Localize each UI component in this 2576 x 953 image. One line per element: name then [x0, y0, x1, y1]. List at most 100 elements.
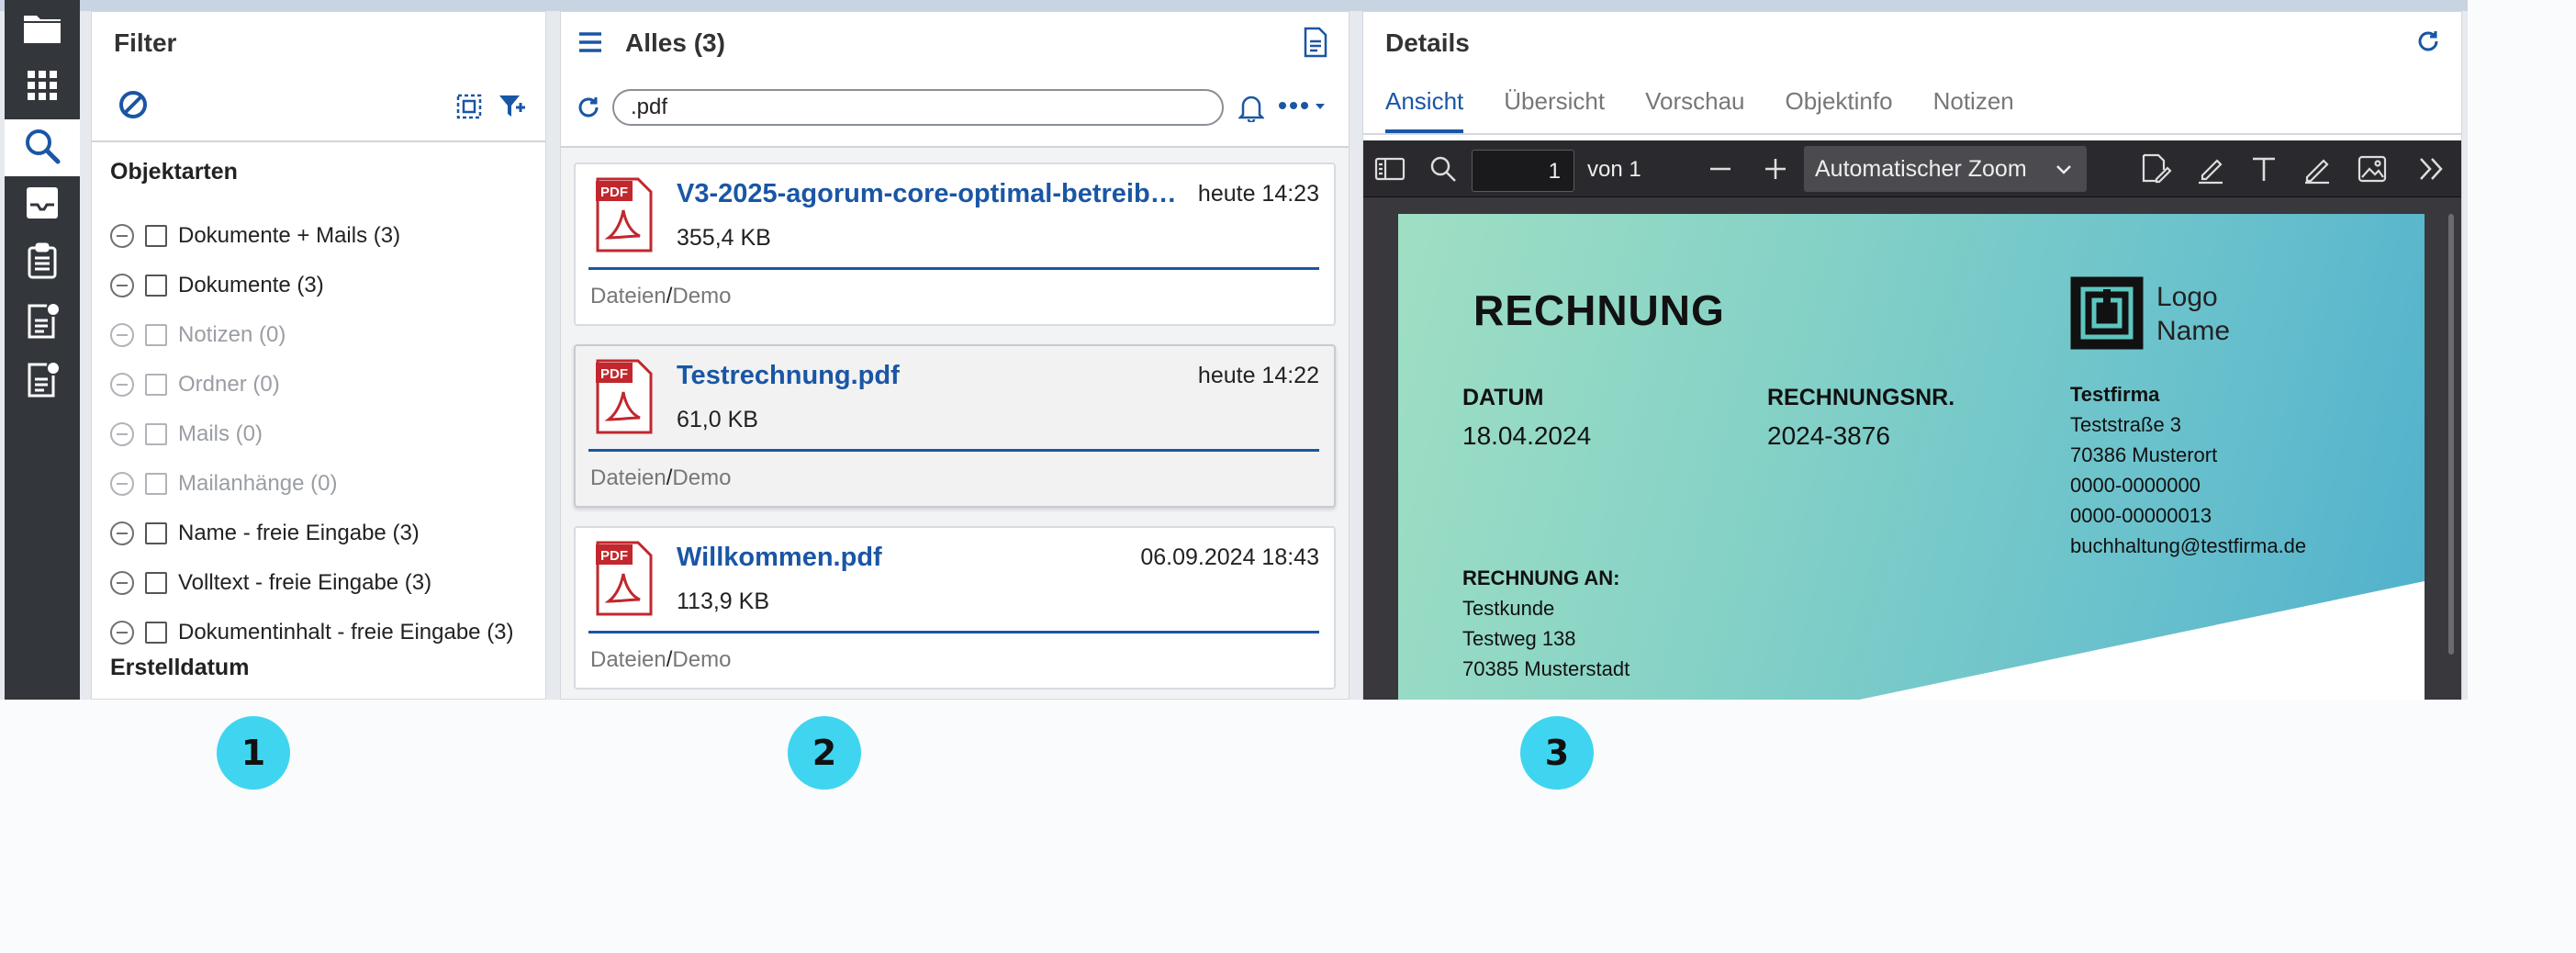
find-icon[interactable]: [1426, 151, 1461, 186]
nav-doc-link-2[interactable]: [5, 353, 80, 409]
reset-filter-icon[interactable]: [118, 89, 149, 120]
filter-checkbox[interactable]: [145, 324, 167, 346]
signature-icon[interactable]: [2138, 151, 2173, 186]
sidebar-toggle-icon[interactable]: [1372, 151, 1407, 186]
more-tools-icon[interactable]: [2414, 151, 2448, 186]
filter-checkbox[interactable]: [145, 572, 167, 594]
path-part[interactable]: Demo: [672, 284, 731, 308]
pdf-file-icon: PDF: [596, 359, 653, 434]
exclude-icon[interactable]: [110, 472, 134, 496]
filter-option[interactable]: Mailanhänge (0): [110, 467, 337, 500]
filter-option[interactable]: Dokumente (3): [110, 269, 324, 302]
filter-checkbox[interactable]: [145, 522, 167, 544]
path-part[interactable]: Demo: [672, 647, 731, 672]
exclude-icon[interactable]: [110, 373, 134, 397]
exclude-icon[interactable]: [110, 323, 134, 347]
filter-option-label: Name - freie Eingabe (3): [178, 521, 420, 545]
search-input[interactable]: [612, 89, 1224, 126]
result-name[interactable]: V3-2025-agorum-core-optimal-betreiben.pd…: [677, 179, 1186, 209]
filter-checkbox[interactable]: [145, 423, 167, 445]
filter-checkbox[interactable]: [145, 275, 167, 297]
filter-toolbar: [92, 71, 545, 142]
inbox-icon: [22, 183, 62, 228]
exclude-icon[interactable]: [110, 571, 134, 595]
logo-line-2: Name: [2156, 316, 2231, 346]
tab-objektinfo[interactable]: Objektinfo: [1786, 87, 1893, 133]
exclude-icon[interactable]: [110, 422, 134, 446]
nav-tasks[interactable]: [5, 235, 80, 292]
more-options-icon[interactable]: [1277, 100, 1328, 115]
menu-icon[interactable]: [577, 30, 603, 54]
filter-checkbox[interactable]: [145, 225, 167, 247]
zoom-in-icon[interactable]: [1758, 151, 1793, 186]
select-area-icon[interactable]: [455, 93, 483, 120]
nav-search[interactable]: [5, 119, 80, 176]
filter-option[interactable]: Name - freie Eingabe (3): [110, 517, 420, 550]
search-icon: [22, 126, 62, 171]
filter-checkbox[interactable]: [145, 473, 167, 495]
result-card[interactable]: PDF Testrechnung.pdf heute 14:22 61,0 KB Dat…: [574, 344, 1336, 508]
filter-option-label: Volltext - freie Eingabe (3): [178, 570, 432, 595]
company-line: 0000-00000013: [2070, 504, 2212, 527]
company-line: 70386 Musterort: [2070, 443, 2218, 466]
filter-funnel-icon[interactable]: [498, 93, 527, 120]
zoom-select[interactable]: Automatischer Zoom: [1804, 146, 2087, 192]
filter-option[interactable]: Dokumente + Mails (3): [110, 219, 400, 252]
bell-icon[interactable]: [1237, 93, 1266, 124]
filter-option[interactable]: Dokumentinhalt - freie Eingabe (3): [110, 616, 514, 649]
filter-checkbox[interactable]: [145, 374, 167, 396]
filter-checkbox[interactable]: [145, 622, 167, 644]
document-link-icon: [22, 300, 62, 345]
document-icon[interactable]: [1303, 27, 1328, 58]
company-name: Testfirma: [2070, 383, 2160, 406]
nav-apps[interactable]: [5, 59, 80, 116]
filter-option[interactable]: Mails (0): [110, 418, 263, 451]
filter-option-label: Mailanhänge (0): [178, 471, 338, 496]
path-part[interactable]: Dateien: [590, 284, 666, 308]
refresh-icon[interactable]: [576, 95, 601, 120]
result-path: Dateien/Demo: [590, 284, 731, 309]
filter-option[interactable]: Notizen (0): [110, 319, 286, 352]
result-card[interactable]: PDF Willkommen.pdf 06.09.2024 18:43 113,9 K…: [574, 526, 1336, 690]
zoom-out-icon[interactable]: [1703, 151, 1738, 186]
nav-doc-link-1[interactable]: [5, 294, 80, 351]
result-path: Dateien/Demo: [590, 465, 731, 491]
nav-folder[interactable]: [5, 2, 80, 59]
filter-option[interactable]: Ordner (0): [110, 368, 280, 401]
tab-vorschau[interactable]: Vorschau: [1645, 87, 1744, 133]
exclude-icon[interactable]: [110, 274, 134, 297]
tab-übersicht[interactable]: Übersicht: [1504, 87, 1605, 133]
result-card[interactable]: PDF V3-2025-agorum-core-optimal-betreiben…: [574, 163, 1336, 326]
exclude-icon[interactable]: [110, 521, 134, 545]
exclude-icon[interactable]: [110, 621, 134, 645]
path-part[interactable]: Dateien: [590, 647, 666, 672]
results-panel: Alles (3) PDF V3-2025-agorum-core-optimal…: [560, 11, 1350, 700]
reload-icon[interactable]: [2415, 28, 2441, 54]
folder-icon: [22, 8, 62, 53]
page-count: von 1: [1587, 157, 1641, 182]
tab-notizen[interactable]: Notizen: [1933, 87, 2014, 133]
tab-ansicht[interactable]: Ansicht: [1385, 87, 1464, 133]
filter-panel: Filter Objektarten Dokumente + Mails (3)…: [91, 11, 546, 700]
draw-icon[interactable]: [2300, 151, 2335, 186]
viewer-scrollbar[interactable]: [2448, 214, 2454, 655]
exclude-icon[interactable]: [110, 224, 134, 248]
details-panel: Details Ansicht Übersicht Vorschau Objektin…: [1362, 11, 2462, 700]
result-name[interactable]: Testrechnung.pdf: [677, 361, 1186, 391]
company-line: Teststraße 3: [2070, 413, 2182, 436]
image-icon[interactable]: [2355, 151, 2390, 186]
path-part[interactable]: Dateien: [590, 465, 666, 490]
page-number-input[interactable]: 1: [1472, 150, 1574, 192]
company-line: 0000-0000000: [2070, 474, 2201, 497]
result-name[interactable]: Willkommen.pdf: [677, 543, 1186, 573]
highlight-icon[interactable]: [2193, 151, 2228, 186]
company-address: Testfirma Teststraße 3 70386 Musterort 0000…: [2070, 379, 2306, 561]
nav-inbox[interactable]: [5, 176, 80, 233]
document-link-icon: [22, 359, 62, 404]
result-time: 06.09.2024 18:43: [1140, 544, 1319, 570]
path-part[interactable]: Demo: [672, 465, 731, 490]
text-icon[interactable]: [2246, 151, 2281, 186]
chevron-down-icon: [2054, 159, 2074, 179]
filter-option[interactable]: Volltext - freie Eingabe (3): [110, 566, 431, 600]
callout-badge-2: 2: [788, 716, 861, 790]
